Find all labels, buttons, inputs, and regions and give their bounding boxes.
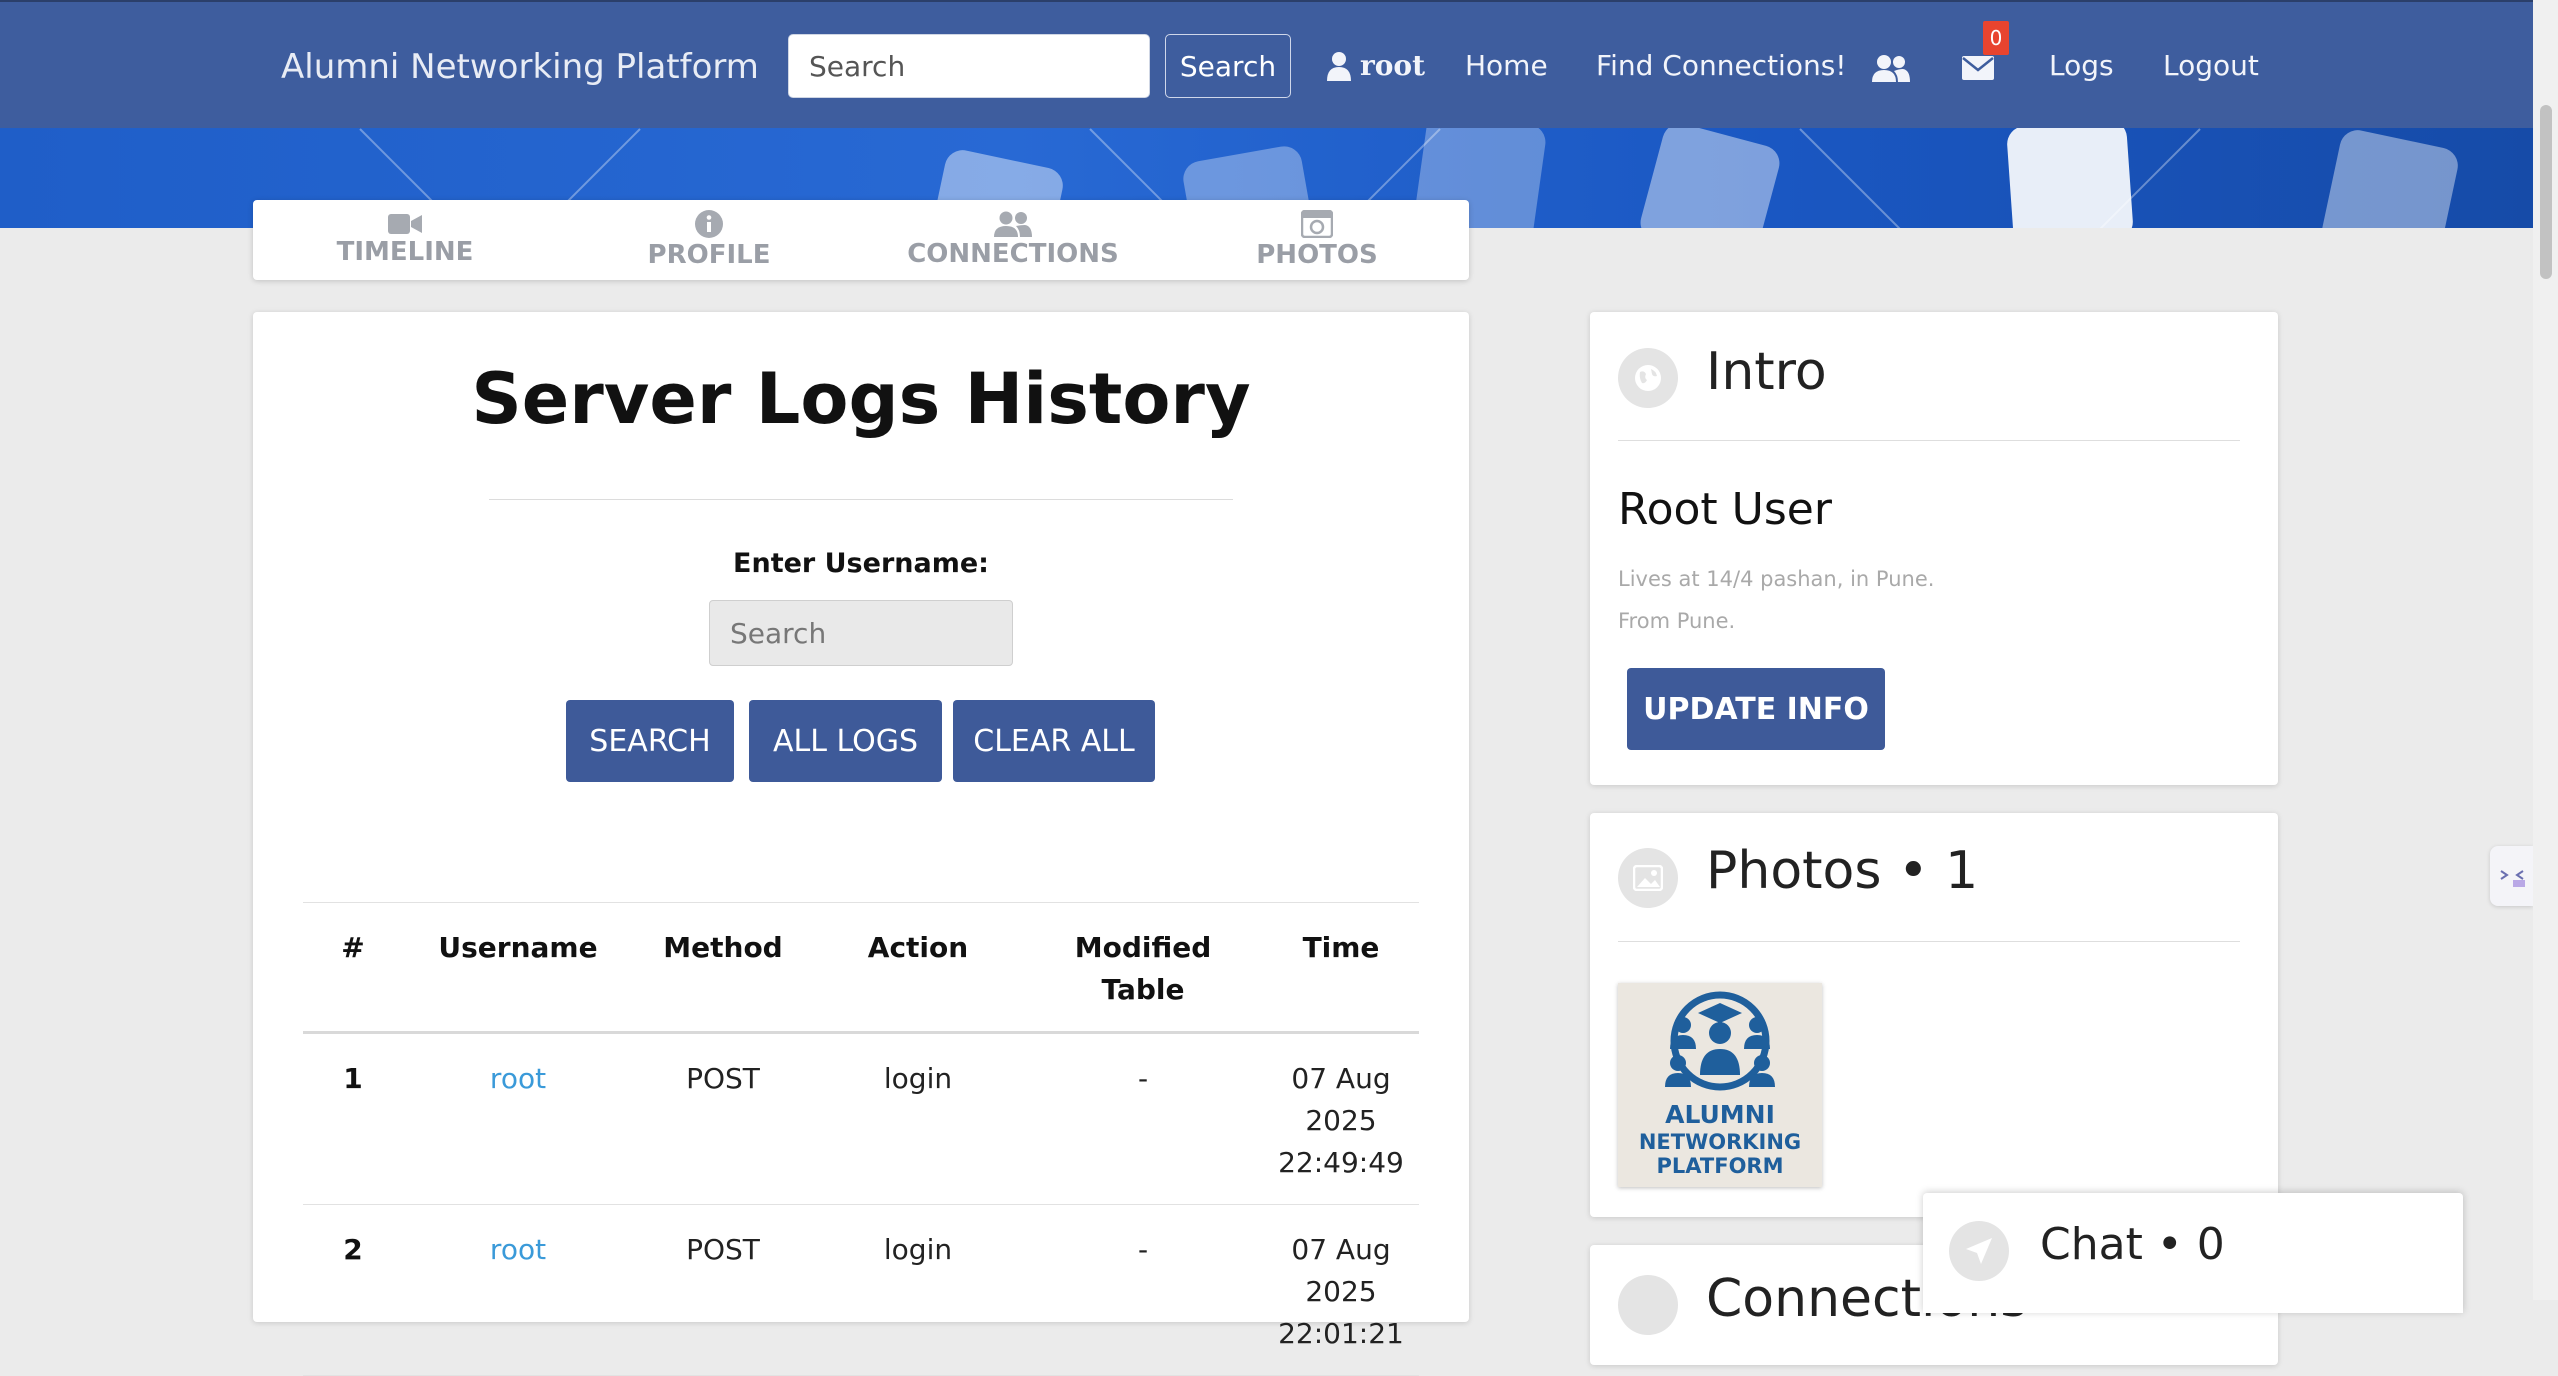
col-time: Time [1263, 902, 1419, 1034]
row-action: login [813, 1204, 1023, 1376]
username-search-input[interactable] [709, 600, 1013, 666]
tab-profile[interactable]: PROFILE [557, 200, 861, 280]
photo-thumbnail[interactable]: ALUMNI NETWORKING PLATFORM [1618, 983, 1822, 1187]
title-divider [489, 499, 1233, 500]
row-index: 1 [303, 1032, 403, 1205]
profile-tabs: TIMELINE PROFILE CONNECTIONS PHOTOS [253, 200, 1469, 280]
update-info-button[interactable]: UPDATE INFO [1627, 668, 1885, 750]
intro-lives: Lives at 14/4 pashan, in Pune. [1618, 567, 1935, 591]
search-logs-button[interactable]: SEARCH [566, 700, 734, 782]
intro-divider [1618, 440, 2240, 441]
tab-timeline[interactable]: TIMELINE [253, 200, 557, 280]
nav-user-profile[interactable]: root [1326, 49, 1425, 82]
brand-logo-text[interactable]: Alumni Networking Platform [281, 47, 759, 87]
username-label: Enter Username: [733, 548, 989, 579]
tab-photos-label: PHOTOS [1256, 240, 1378, 270]
intro-from: From Pune. [1618, 609, 1736, 633]
server-logs-card: Server Logs History Enter Username: SEAR… [253, 312, 1469, 1376]
users-icon [994, 211, 1032, 237]
col-method: Method [633, 902, 813, 1034]
photos-card: Photos • 1 ALUMNI NETWORKING PLATFORM [1590, 813, 2278, 1217]
navbar-search-button[interactable]: Search [1165, 34, 1291, 98]
logs-table-header: # Username Method Action Modified Table … [303, 902, 1419, 1034]
col-username: Username [403, 902, 633, 1034]
tab-profile-label: PROFILE [647, 240, 771, 270]
chat-widget[interactable]: Chat • 0 [1923, 1193, 2463, 1313]
row-time: 07 Aug 2025 22:49:49 [1263, 1032, 1419, 1205]
row-date: 07 Aug 2025 [1291, 1233, 1391, 1308]
col-action: Action [813, 902, 1023, 1034]
globe-icon [1618, 348, 1678, 408]
scrollbar-thumb[interactable] [2540, 105, 2552, 279]
row-time: 07 Aug 2025 22:01:21 [1263, 1204, 1419, 1376]
logo-text-platform: PLATFORM [1657, 1154, 1784, 1178]
nav-username: root [1360, 49, 1426, 82]
row-clock: 22:01:21 [1278, 1317, 1404, 1350]
table-row: 1 root POST login - 07 Aug 2025 22:49:49 [303, 1032, 1419, 1205]
chat-heading: Chat • 0 [2040, 1219, 2225, 1270]
connections-icon [1618, 1275, 1678, 1335]
row-username-link[interactable]: root [403, 1204, 633, 1376]
tab-timeline-label: TIMELINE [336, 237, 474, 267]
tab-connections-label: CONNECTIONS [907, 239, 1119, 269]
image-icon [1618, 848, 1678, 908]
row-index: 2 [303, 1204, 403, 1376]
friends-icon[interactable] [1872, 54, 1910, 82]
row-username-link[interactable]: root [403, 1032, 633, 1205]
row-modified-table: - [1023, 1032, 1263, 1205]
row-modified-table: - [1023, 1204, 1263, 1376]
nav-logs-link[interactable]: Logs [2049, 49, 2114, 82]
row-method: POST [633, 1204, 813, 1376]
row-clock: 22:49:49 [1278, 1146, 1404, 1179]
row-action: login [813, 1032, 1023, 1205]
row-date: 07 Aug 2025 [1291, 1062, 1391, 1137]
info-circle-icon [695, 210, 723, 238]
tab-photos[interactable]: PHOTOS [1165, 200, 1469, 280]
logo-text-alumni: ALUMNI [1665, 1100, 1775, 1129]
logo-text-networking: NETWORKING [1639, 1130, 1801, 1154]
video-camera-icon [388, 214, 422, 234]
photos-divider [1618, 941, 2240, 942]
all-logs-button[interactable]: ALL LOGS [749, 700, 942, 782]
tab-connections[interactable]: CONNECTIONS [861, 200, 1165, 280]
paper-plane-icon [1949, 1221, 2009, 1281]
nav-home-link[interactable]: Home [1465, 49, 1548, 82]
camera-icon [1301, 210, 1333, 238]
clear-all-button[interactable]: CLEAR ALL [953, 700, 1155, 782]
table-row: 2 root POST login - 07 Aug 2025 22:01:21 [303, 1204, 1419, 1376]
intro-heading: Intro [1706, 342, 1827, 402]
messages-count-badge: 0 [1983, 21, 2009, 55]
page-title: Server Logs History [471, 358, 1251, 440]
side-extension-icon[interactable] [2490, 846, 2533, 906]
user-icon [1327, 51, 1351, 81]
alumni-platform-logo: ALUMNI NETWORKING PLATFORM [1639, 991, 1801, 1178]
intro-name: Root User [1618, 484, 1832, 535]
navbar-search-input[interactable] [788, 34, 1150, 98]
page-scrollbar[interactable] [2533, 0, 2558, 1300]
logs-table: # Username Method Action Modified Table … [303, 902, 1419, 1376]
col-modified-table: Modified Table [1023, 902, 1263, 1034]
photos-heading: Photos • 1 [1706, 841, 1979, 901]
col-index: # [303, 902, 403, 1034]
nav-logout-link[interactable]: Logout [2163, 49, 2259, 82]
envelope-icon[interactable] [1962, 56, 1994, 80]
intro-card: Intro Root User Lives at 14/4 pashan, in… [1590, 312, 2278, 785]
row-method: POST [633, 1032, 813, 1205]
top-navbar: Alumni Networking Platform Search root H… [0, 0, 2533, 128]
nav-find-connections-link[interactable]: Find Connections! [1596, 49, 1847, 82]
